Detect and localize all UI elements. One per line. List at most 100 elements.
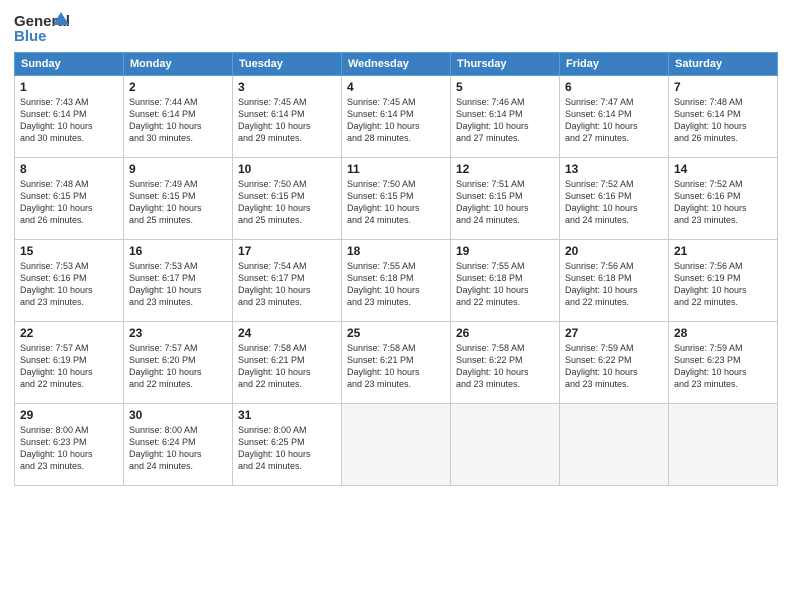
day-cell-21: 21 Sunrise: 7:56 AM Sunset: 6:19 PM Dayli… bbox=[669, 240, 778, 322]
week-row-1: 1 Sunrise: 7:43 AM Sunset: 6:14 PM Daylig… bbox=[15, 76, 778, 158]
day-number: 8 bbox=[20, 162, 118, 176]
day-cell-6: 6 Sunrise: 7:47 AM Sunset: 6:14 PM Daylig… bbox=[560, 76, 669, 158]
day-cell-2: 2 Sunrise: 7:44 AM Sunset: 6:14 PM Daylig… bbox=[124, 76, 233, 158]
logo-svg: GeneralBlue bbox=[14, 10, 69, 46]
day-cell-4: 4 Sunrise: 7:45 AM Sunset: 6:14 PM Daylig… bbox=[342, 76, 451, 158]
col-header-tuesday: Tuesday bbox=[233, 53, 342, 76]
day-info: Sunrise: 7:43 AM Sunset: 6:14 PM Dayligh… bbox=[20, 96, 118, 145]
day-cell-25: 25Sunrise: 7:58 AM Sunset: 6:21 PM Dayli… bbox=[342, 322, 451, 404]
day-number: 19 bbox=[456, 244, 554, 258]
day-info: Sunrise: 7:58 AM Sunset: 6:21 PM Dayligh… bbox=[238, 342, 336, 391]
day-number: 3 bbox=[238, 80, 336, 94]
day-cell-27: 27 Sunrise: 7:59 AM Sunset: 6:22 PM Dayli… bbox=[560, 322, 669, 404]
day-cell-29: 29 Sunrise: 8:00 AM Sunset: 6:23 PM Dayli… bbox=[15, 404, 124, 486]
day-cell-11: 11Sunrise: 7:50 AM Sunset: 6:15 PM Dayli… bbox=[342, 158, 451, 240]
day-info: Sunrise: 7:47 AM Sunset: 6:14 PM Dayligh… bbox=[565, 96, 663, 145]
page-container: GeneralBlue SundayMondayTuesdayWednesday… bbox=[0, 0, 792, 496]
day-info: Sunrise: 7:45 AM Sunset: 6:14 PM Dayligh… bbox=[347, 96, 445, 145]
day-info: Sunrise: 7:59 AM Sunset: 6:22 PM Dayligh… bbox=[565, 342, 663, 391]
day-number: 16 bbox=[129, 244, 227, 258]
empty-cell bbox=[342, 404, 451, 486]
day-number: 18 bbox=[347, 244, 445, 258]
day-number: 2 bbox=[129, 80, 227, 94]
col-header-monday: Monday bbox=[124, 53, 233, 76]
day-cell-5: 5 Sunrise: 7:46 AM Sunset: 6:14 PM Daylig… bbox=[451, 76, 560, 158]
day-cell-1: 1 Sunrise: 7:43 AM Sunset: 6:14 PM Daylig… bbox=[15, 76, 124, 158]
day-info: Sunrise: 7:49 AM Sunset: 6:15 PM Dayligh… bbox=[129, 178, 227, 227]
day-info: Sunrise: 7:57 AM Sunset: 6:20 PM Dayligh… bbox=[129, 342, 227, 391]
day-info: Sunrise: 7:56 AM Sunset: 6:18 PM Dayligh… bbox=[565, 260, 663, 309]
day-info: Sunrise: 7:59 AM Sunset: 6:23 PM Dayligh… bbox=[674, 342, 772, 391]
day-number: 21 bbox=[674, 244, 772, 258]
day-cell-30: 30Sunrise: 8:00 AM Sunset: 6:24 PM Dayli… bbox=[124, 404, 233, 486]
day-info: Sunrise: 7:44 AM Sunset: 6:14 PM Dayligh… bbox=[129, 96, 227, 145]
day-cell-15: 15 Sunrise: 7:53 AM Sunset: 6:16 PM Dayli… bbox=[15, 240, 124, 322]
day-number: 27 bbox=[565, 326, 663, 340]
day-cell-16: 16 Sunrise: 7:53 AM Sunset: 6:17 PM Dayli… bbox=[124, 240, 233, 322]
day-info: Sunrise: 7:57 AM Sunset: 6:19 PM Dayligh… bbox=[20, 342, 118, 391]
day-number: 10 bbox=[238, 162, 336, 176]
week-row-4: 22 Sunrise: 7:57 AM Sunset: 6:19 PM Dayli… bbox=[15, 322, 778, 404]
day-info: Sunrise: 7:52 AM Sunset: 6:16 PM Dayligh… bbox=[674, 178, 772, 227]
day-cell-26: 26 Sunrise: 7:58 AM Sunset: 6:22 PM Dayli… bbox=[451, 322, 560, 404]
col-header-thursday: Thursday bbox=[451, 53, 560, 76]
day-cell-18: 18 Sunrise: 7:55 AM Sunset: 6:18 PM Dayli… bbox=[342, 240, 451, 322]
day-info: Sunrise: 8:00 AM Sunset: 6:23 PM Dayligh… bbox=[20, 424, 118, 473]
col-header-friday: Friday bbox=[560, 53, 669, 76]
empty-cell bbox=[560, 404, 669, 486]
day-cell-12: 12Sunrise: 7:51 AM Sunset: 6:15 PM Dayli… bbox=[451, 158, 560, 240]
calendar-header-row: SundayMondayTuesdayWednesdayThursdayFrid… bbox=[15, 53, 778, 76]
week-row-5: 29 Sunrise: 8:00 AM Sunset: 6:23 PM Dayli… bbox=[15, 404, 778, 486]
day-number: 25 bbox=[347, 326, 445, 340]
day-number: 15 bbox=[20, 244, 118, 258]
day-number: 1 bbox=[20, 80, 118, 94]
day-cell-20: 20 Sunrise: 7:56 AM Sunset: 6:18 PM Dayli… bbox=[560, 240, 669, 322]
logo: GeneralBlue bbox=[14, 10, 69, 46]
day-info: Sunrise: 7:48 AM Sunset: 6:15 PM Dayligh… bbox=[20, 178, 118, 227]
day-info: Sunrise: 8:00 AM Sunset: 6:25 PM Dayligh… bbox=[238, 424, 336, 473]
day-number: 4 bbox=[347, 80, 445, 94]
col-header-sunday: Sunday bbox=[15, 53, 124, 76]
day-info: Sunrise: 7:48 AM Sunset: 6:14 PM Dayligh… bbox=[674, 96, 772, 145]
day-number: 29 bbox=[20, 408, 118, 422]
day-number: 24 bbox=[238, 326, 336, 340]
day-info: Sunrise: 7:45 AM Sunset: 6:14 PM Dayligh… bbox=[238, 96, 336, 145]
day-number: 14 bbox=[674, 162, 772, 176]
day-cell-19: 19 Sunrise: 7:55 AM Sunset: 6:18 PM Dayli… bbox=[451, 240, 560, 322]
day-info: Sunrise: 8:00 AM Sunset: 6:24 PM Dayligh… bbox=[129, 424, 227, 473]
day-number: 31 bbox=[238, 408, 336, 422]
day-number: 17 bbox=[238, 244, 336, 258]
day-cell-22: 22 Sunrise: 7:57 AM Sunset: 6:19 PM Dayli… bbox=[15, 322, 124, 404]
empty-cell bbox=[669, 404, 778, 486]
day-number: 28 bbox=[674, 326, 772, 340]
day-cell-7: 7 Sunrise: 7:48 AM Sunset: 6:14 PM Daylig… bbox=[669, 76, 778, 158]
day-cell-17: 17Sunrise: 7:54 AM Sunset: 6:17 PM Dayli… bbox=[233, 240, 342, 322]
day-number: 20 bbox=[565, 244, 663, 258]
day-info: Sunrise: 7:58 AM Sunset: 6:22 PM Dayligh… bbox=[456, 342, 554, 391]
day-number: 7 bbox=[674, 80, 772, 94]
day-info: Sunrise: 7:46 AM Sunset: 6:14 PM Dayligh… bbox=[456, 96, 554, 145]
day-info: Sunrise: 7:55 AM Sunset: 6:18 PM Dayligh… bbox=[456, 260, 554, 309]
day-info: Sunrise: 7:53 AM Sunset: 6:17 PM Dayligh… bbox=[129, 260, 227, 309]
day-cell-24: 24 Sunrise: 7:58 AM Sunset: 6:21 PM Dayli… bbox=[233, 322, 342, 404]
empty-cell bbox=[451, 404, 560, 486]
day-cell-8: 8 Sunrise: 7:48 AM Sunset: 6:15 PM Daylig… bbox=[15, 158, 124, 240]
day-number: 12 bbox=[456, 162, 554, 176]
day-number: 26 bbox=[456, 326, 554, 340]
day-cell-10: 10Sunrise: 7:50 AM Sunset: 6:15 PM Dayli… bbox=[233, 158, 342, 240]
day-info: Sunrise: 7:55 AM Sunset: 6:18 PM Dayligh… bbox=[347, 260, 445, 309]
day-info: Sunrise: 7:52 AM Sunset: 6:16 PM Dayligh… bbox=[565, 178, 663, 227]
day-cell-28: 28 Sunrise: 7:59 AM Sunset: 6:23 PM Dayli… bbox=[669, 322, 778, 404]
day-cell-14: 14 Sunrise: 7:52 AM Sunset: 6:16 PM Dayli… bbox=[669, 158, 778, 240]
day-info: Sunrise: 7:53 AM Sunset: 6:16 PM Dayligh… bbox=[20, 260, 118, 309]
day-number: 11 bbox=[347, 162, 445, 176]
day-info: Sunrise: 7:56 AM Sunset: 6:19 PM Dayligh… bbox=[674, 260, 772, 309]
day-cell-3: 3 Sunrise: 7:45 AM Sunset: 6:14 PM Daylig… bbox=[233, 76, 342, 158]
col-header-saturday: Saturday bbox=[669, 53, 778, 76]
day-number: 5 bbox=[456, 80, 554, 94]
day-number: 22 bbox=[20, 326, 118, 340]
header: GeneralBlue bbox=[14, 10, 778, 46]
day-cell-13: 13Sunrise: 7:52 AM Sunset: 6:16 PM Dayli… bbox=[560, 158, 669, 240]
day-number: 6 bbox=[565, 80, 663, 94]
day-cell-31: 31 Sunrise: 8:00 AM Sunset: 6:25 PM Dayli… bbox=[233, 404, 342, 486]
